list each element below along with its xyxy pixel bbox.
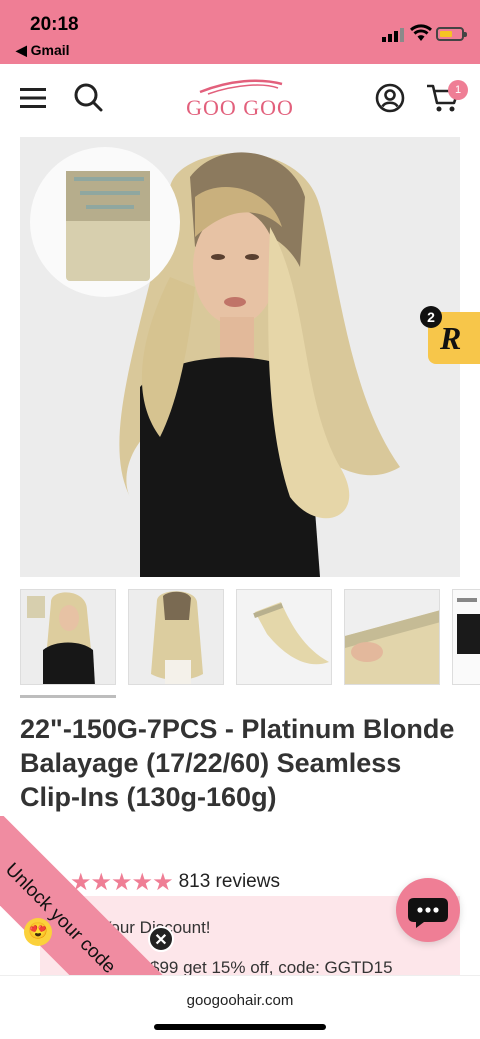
reviews-logo-icon: R — [440, 320, 462, 356]
thumbnail-model-front[interactable] — [20, 589, 116, 685]
cart-count-badge: 1 — [448, 80, 468, 100]
hamburger-icon[interactable] — [18, 84, 48, 112]
reviews-widget-count: 2 — [420, 306, 442, 328]
logo-text: GOO GOO — [186, 95, 294, 120]
close-ribbon-button[interactable]: ✕ — [148, 926, 174, 952]
url-text[interactable]: googoohair.com — [0, 992, 480, 1009]
search-icon[interactable] — [72, 81, 104, 113]
close-icon: ✕ — [154, 932, 168, 949]
site-header: GOO GOO — [0, 64, 480, 136]
site-logo[interactable]: GOO GOO — [160, 78, 320, 124]
thumbnail-active-indicator — [20, 695, 116, 698]
browser-url-bar[interactable]: googoohair.com — [0, 975, 480, 1039]
heart-eyes-emoji-icon: 😍 — [24, 918, 52, 946]
status-bar: 20:18 ◀ Gmail — [0, 0, 480, 64]
hair-wefts-icon — [66, 171, 150, 281]
signal-icon — [382, 28, 404, 42]
thumbnail-strip — [20, 589, 480, 687]
thumbnail-wefts-in-hand[interactable] — [344, 589, 440, 685]
product-inset-circle — [30, 147, 180, 297]
chat-button[interactable] — [396, 878, 460, 942]
thumbnail-color-chart[interactable] — [452, 589, 480, 685]
account-icon[interactable] — [374, 82, 406, 114]
wifi-icon — [410, 24, 432, 41]
chat-icon — [408, 898, 448, 928]
unlock-code-label: Unlock your code — [0, 859, 120, 978]
logo-swoosh-icon — [199, 79, 283, 95]
clock: 20:18 — [30, 14, 79, 35]
product-main-image[interactable] — [20, 137, 460, 577]
battery-icon — [436, 27, 467, 41]
product-title: 22"-150G-7PCS - Platinum Blonde Balayage… — [20, 714, 455, 812]
thumbnail-single-weft[interactable] — [236, 589, 332, 685]
back-to-gmail-link[interactable]: ◀ Gmail — [16, 42, 70, 59]
thumbnail-model-back[interactable] — [128, 589, 224, 685]
home-indicator — [154, 1024, 326, 1030]
